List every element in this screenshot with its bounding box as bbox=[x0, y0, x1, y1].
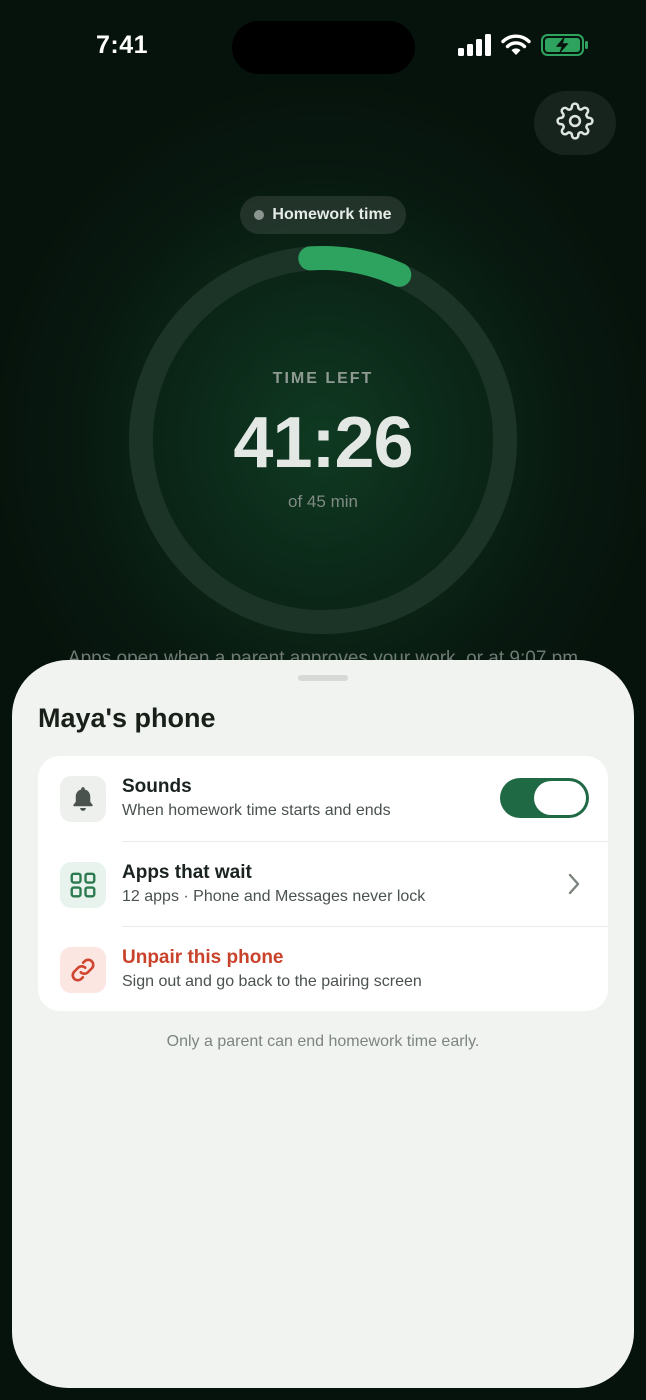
apps-that-wait-title: Apps that wait bbox=[122, 862, 252, 883]
mode-pill: Homework time bbox=[240, 196, 406, 234]
mode-label: Homework time bbox=[272, 206, 392, 223]
sounds-toggle[interactable] bbox=[500, 778, 589, 818]
sounds-title: Sounds bbox=[122, 776, 192, 797]
apps-grid-icon bbox=[60, 862, 106, 908]
chevron-right-icon bbox=[566, 872, 582, 901]
ring-progress-arc bbox=[298, 245, 412, 287]
unpair-title: Unpair this phone bbox=[122, 947, 284, 968]
apps-that-wait-row[interactable]: Apps that wait 12 apps · Phone and Messa… bbox=[38, 842, 608, 927]
unpair-subtitle: Sign out and go back to the pairing scre… bbox=[122, 973, 422, 990]
time-remaining: 41:26 bbox=[233, 403, 413, 483]
link-icon bbox=[60, 947, 106, 993]
total-duration: of 45 min bbox=[288, 492, 358, 511]
sounds-subtitle: When homework time starts and ends bbox=[122, 802, 391, 819]
settings-sheet: Maya's phone Sounds When homework time s… bbox=[12, 660, 634, 1388]
unpair-row[interactable]: Unpair this phone Sign out and go back t… bbox=[38, 927, 608, 1011]
parent-footnote: Only a parent can end homework time earl… bbox=[166, 1033, 480, 1050]
apps-that-wait-subtitle: 12 apps · Phone and Messages never lock bbox=[122, 888, 426, 905]
bell-icon bbox=[60, 776, 106, 822]
time-left-label: TIME LEFT bbox=[272, 370, 374, 387]
sheet-grabber[interactable] bbox=[298, 675, 348, 681]
mode-status-dot bbox=[254, 210, 265, 220]
settings-card: Sounds When homework time starts and end… bbox=[38, 756, 608, 1011]
toggle-knob bbox=[534, 781, 586, 815]
homework-timer-screen: 7:41 Homework time TIME LEFT 41:26 of 45… bbox=[0, 0, 646, 1400]
sheet-title: Maya's phone bbox=[38, 703, 216, 733]
sounds-row[interactable]: Sounds When homework time starts and end… bbox=[38, 756, 608, 841]
